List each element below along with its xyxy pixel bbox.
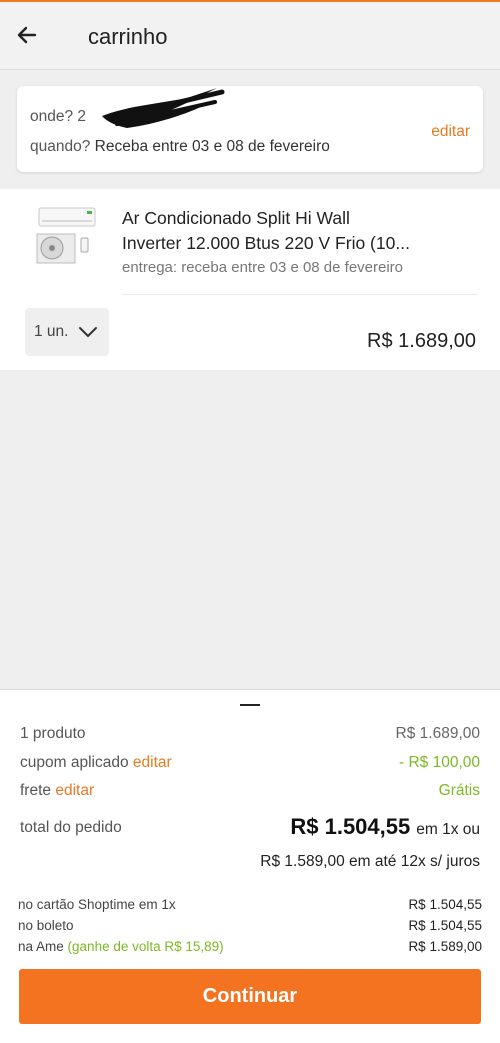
payment-value: R$ 1.504,55 [408, 897, 482, 912]
shipping-value: Grátis [438, 782, 480, 799]
product-image[interactable] [34, 206, 100, 266]
coupon-label: cupom aplicado [20, 754, 129, 771]
chevron-down-icon [78, 326, 98, 338]
sheet-handle[interactable] [240, 704, 260, 706]
summary-shipping-row: frete editar Grátis [20, 782, 480, 800]
products-value: R$ 1.689,00 [395, 725, 480, 742]
total-row: R$ 1.504,55 em 1x ou [290, 814, 480, 840]
payment-label: na Ame [18, 939, 64, 954]
shipping-label: frete [20, 782, 52, 799]
when-value: Receba entre 03 e 08 de fevereiro [94, 138, 330, 155]
installments-text: R$ 1.589,00 em até 12x s/ juros [260, 853, 480, 870]
total-value: R$ 1.504,55 [290, 814, 411, 839]
total-suffix: em 1x ou [416, 821, 480, 838]
coupon-value: - R$ 100,00 [399, 754, 480, 771]
payment-label: no cartão Shoptime em 1x [18, 897, 176, 912]
payment-value: R$ 1.504,55 [408, 918, 482, 933]
cart-item: Ar Condicionado Split Hi Wall Inverter 1… [0, 189, 500, 370]
summary-products-row: 1 produto R$ 1.689,00 [20, 725, 480, 743]
redaction-scribble [102, 88, 225, 128]
payment-label: no boleto [18, 918, 74, 933]
coupon-edit-link[interactable]: editar [133, 754, 172, 771]
app-header: carrinho [0, 2, 500, 70]
payment-option-row: no cartão Shoptime em 1x R$ 1.504,55 [18, 897, 482, 912]
delivery-card[interactable]: onde? 2 quando? Receba entre 03 e 08 de … [17, 86, 483, 172]
continue-button[interactable]: Continuar [19, 969, 481, 1024]
total-label: total do pedido [20, 819, 122, 836]
product-name[interactable]: Ar Condicionado Split Hi Wall Inverter 1… [122, 206, 452, 256]
page-title: carrinho [88, 24, 168, 49]
delivery-where: onde? 2 [30, 108, 86, 126]
payment-value: R$ 1.589,00 [408, 939, 482, 954]
where-label: onde? [30, 108, 74, 125]
payment-option-row: na Ame (ganhe de volta R$ 15,89) R$ 1.58… [18, 939, 482, 954]
payment-option-row: no boleto R$ 1.504,55 [18, 918, 482, 933]
delivery-edit-link[interactable]: editar [431, 123, 470, 141]
product-name-line1: Ar Condicionado Split Hi Wall [122, 208, 350, 228]
product-name-line2: Inverter 12.000 Btus 220 V Frio (10... [122, 233, 410, 253]
when-label: quando? [30, 138, 91, 155]
quantity-select[interactable]: 1 un. [25, 308, 109, 356]
product-delivery: entrega: receba entre 03 e 08 de feverei… [122, 259, 404, 276]
order-summary-sheet: 1 produto R$ 1.689,00 cupom aplicado edi… [0, 689, 500, 1043]
where-value: 2 [77, 108, 87, 125]
product-price: R$ 1.689,00 [367, 330, 476, 352]
shipping-edit-link[interactable]: editar [55, 782, 94, 799]
divider [122, 294, 478, 295]
cashback-note: (ganhe de volta R$ 15,89) [67, 939, 224, 954]
summary-coupon-row: cupom aplicado editar - R$ 100,00 [20, 754, 480, 772]
delivery-when: quando? Receba entre 03 e 08 de fevereir… [30, 138, 330, 156]
quantity-value: 1 un. [34, 323, 69, 340]
back-button[interactable] [10, 18, 44, 52]
products-label: 1 produto [20, 725, 86, 742]
arrow-left-icon [17, 26, 37, 44]
